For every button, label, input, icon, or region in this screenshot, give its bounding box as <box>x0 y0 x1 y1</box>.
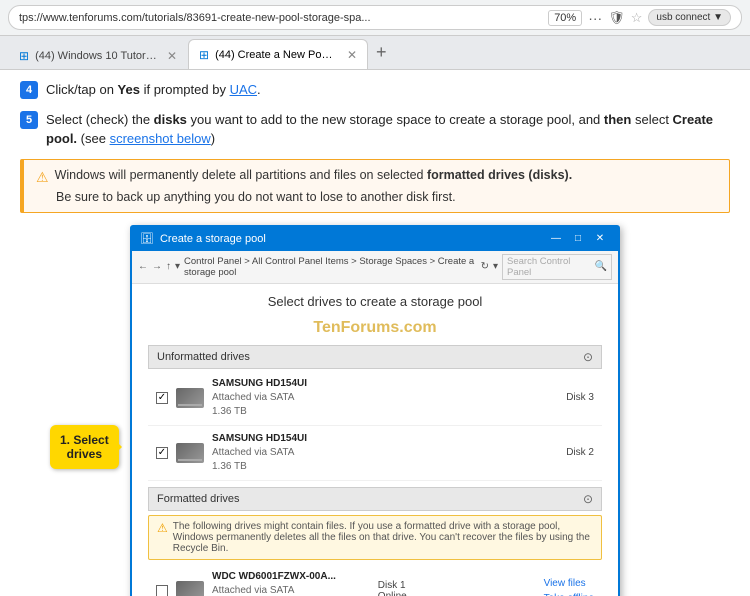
formatted-section-warning: ⚠ The following drives might contain fil… <box>148 515 602 560</box>
drive1-icon <box>176 388 204 408</box>
url-bar[interactable]: tps://www.tenforums.com/tutorials/83691-… <box>8 5 742 30</box>
refresh-icon[interactable]: ↻ <box>481 261 489 272</box>
screenshot-container: 1. Select drives 🗄 Create a storage pool… <box>130 225 620 596</box>
warning-box: ⚠ Windows will permanently delete all pa… <box>20 159 730 213</box>
tabs-bar: ⊞ (44) Windows 10 Tutorie... ✕ ⊞ (44) Cr… <box>0 36 750 70</box>
unformatted-drive-1: ✓ SAMSUNG HD154UI Attached via SATA 1.36… <box>148 371 602 426</box>
drive1-sub: Attached via SATA 1.36 TB <box>212 391 558 419</box>
tab-1[interactable]: ⊞ (44) Windows 10 Tutorie... ✕ <box>8 41 188 69</box>
drive2-disk: Disk 2 <box>566 447 594 458</box>
step-4: 4 Click/tap on Yes if prompted by UAC. <box>20 80 730 100</box>
close-button[interactable]: ✕ <box>590 231 610 247</box>
drive1-info: SAMSUNG HD154UI Attached via SATA 1.36 T… <box>212 377 558 419</box>
up-icon[interactable]: ↑ <box>166 261 171 272</box>
usb-connect-button[interactable]: usb connect ▼ <box>648 9 731 26</box>
drive2-checkbox[interactable]: ✓ <box>156 447 168 459</box>
drive2-name: SAMSUNG HD154UI <box>212 432 558 446</box>
step5-number: 5 <box>20 111 38 129</box>
collapse-icon[interactable]: ⊙ <box>583 350 593 364</box>
tab2-favicon: ⊞ <box>199 48 209 62</box>
window-titlebar: 🗄 Create a storage pool — □ ✕ <box>132 227 618 251</box>
formatted-drive1-icon <box>176 581 204 596</box>
minimize-button[interactable]: — <box>546 231 566 247</box>
window-body: Select drives to create a storage pool T… <box>132 284 618 596</box>
section-warning-icon: ⚠ <box>157 521 168 554</box>
formatted-drive1-checkbox[interactable] <box>156 585 168 596</box>
drive1-name: SAMSUNG HD154UI <box>212 377 558 391</box>
unformatted-label: Unformatted drives <box>157 351 250 363</box>
drive2-info: SAMSUNG HD154UI Attached via SATA 1.36 T… <box>212 432 558 474</box>
browser-bar: tps://www.tenforums.com/tutorials/83691-… <box>0 0 750 36</box>
pool-title: Select drives to create a storage pool <box>148 294 602 309</box>
tab-2[interactable]: ⊞ (44) Create a New Pool and Sto... ✕ <box>188 39 368 69</box>
view-files-link[interactable]: View files <box>544 576 594 591</box>
step4-number: 4 <box>20 81 38 99</box>
window-icon: 🗄 <box>140 232 154 245</box>
zoom-badge[interactable]: 70% <box>548 10 582 26</box>
tab1-label: (44) Windows 10 Tutorie... <box>35 50 157 62</box>
warning-icon: ⚠ <box>36 169 49 186</box>
recent-icon[interactable]: ▾ <box>175 261 180 272</box>
drive2-icon <box>176 443 204 463</box>
formatted-drive1-disk: Disk 1 <box>378 580 536 591</box>
formatted-warning-text: The following drives might contain files… <box>173 521 593 554</box>
step4-text: Click/tap on Yes if prompted by UAC. <box>46 80 261 100</box>
new-tab-button[interactable]: + <box>368 42 395 63</box>
down-icon[interactable]: ▾ <box>493 261 498 272</box>
formatted-drive1-sub: Attached via SATA 5.45 TB <box>212 584 370 596</box>
drive2-sub: Attached via SATA 1.36 TB <box>212 446 558 474</box>
forward-icon[interactable]: → <box>152 261 162 272</box>
search-placeholder: Search Control Panel <box>507 256 595 278</box>
maximize-button[interactable]: □ <box>568 231 588 247</box>
formatted-collapse-icon[interactable]: ⊙ <box>583 492 593 506</box>
shield-icon: 🛡 <box>608 10 625 26</box>
page-content: 4 Click/tap on Yes if prompted by UAC. 5… <box>0 70 750 596</box>
drive1-checkbox[interactable]: ✓ <box>156 392 168 404</box>
search-icon[interactable]: 🔍 <box>595 261 607 272</box>
window-title: Create a storage pool <box>160 233 266 245</box>
formatted-drive1-actions: View files Take offline <box>544 576 594 596</box>
take-offline-link[interactable]: Take offline <box>544 591 594 596</box>
tab2-close-icon[interactable]: ✕ <box>347 48 357 62</box>
search-box[interactable]: Search Control Panel 🔍 <box>502 254 612 280</box>
unformatted-drive-2: ✓ SAMSUNG HD154UI Attached via SATA 1.36… <box>148 426 602 481</box>
callout1-label: 1. Select drives <box>50 425 119 469</box>
formatted-drive-1: WDC WD6001FZWX-00A... Attached via SATA … <box>148 564 602 596</box>
nav-bar: ← → ↑ ▾ Control Panel > All Control Pane… <box>132 251 618 284</box>
drive1-disk: Disk 3 <box>566 392 594 403</box>
tab2-label: (44) Create a New Pool and Sto... <box>215 49 337 61</box>
back-icon[interactable]: ← <box>138 261 148 272</box>
tab1-close-icon[interactable]: ✕ <box>167 49 177 63</box>
url-text: tps://www.tenforums.com/tutorials/83691-… <box>19 12 542 24</box>
breadcrumb: Control Panel > All Control Panel Items … <box>184 256 477 278</box>
warning-line2: Be sure to back up anything you do not w… <box>36 190 717 204</box>
window-controls[interactable]: — □ ✕ <box>546 231 610 247</box>
tab1-favicon: ⊞ <box>19 49 29 63</box>
formatted-drive1-info: WDC WD6001FZWX-00A... Attached via SATA … <box>212 570 370 596</box>
formatted-label: Formatted drives <box>157 493 240 505</box>
step5-text: Select (check) the disks you want to add… <box>46 110 730 149</box>
unformatted-drives-header: Unformatted drives ⊙ <box>148 345 602 369</box>
watermark: TenForums.com <box>148 319 602 337</box>
more-icon[interactable]: ··· <box>588 10 602 26</box>
formatted-drive1-name: WDC WD6001FZWX-00A... <box>212 570 370 584</box>
warning-line1: Windows will permanently delete all part… <box>55 168 573 182</box>
step-5: 5 Select (check) the disks you want to a… <box>20 110 730 149</box>
star-icon[interactable]: ☆ <box>631 10 643 26</box>
create-storage-pool-window: 🗄 Create a storage pool — □ ✕ ← → ↑ ▾ Co… <box>130 225 620 596</box>
formatted-drive1-status: Online <box>378 591 536 596</box>
formatted-drives-header: Formatted drives ⊙ <box>148 487 602 511</box>
